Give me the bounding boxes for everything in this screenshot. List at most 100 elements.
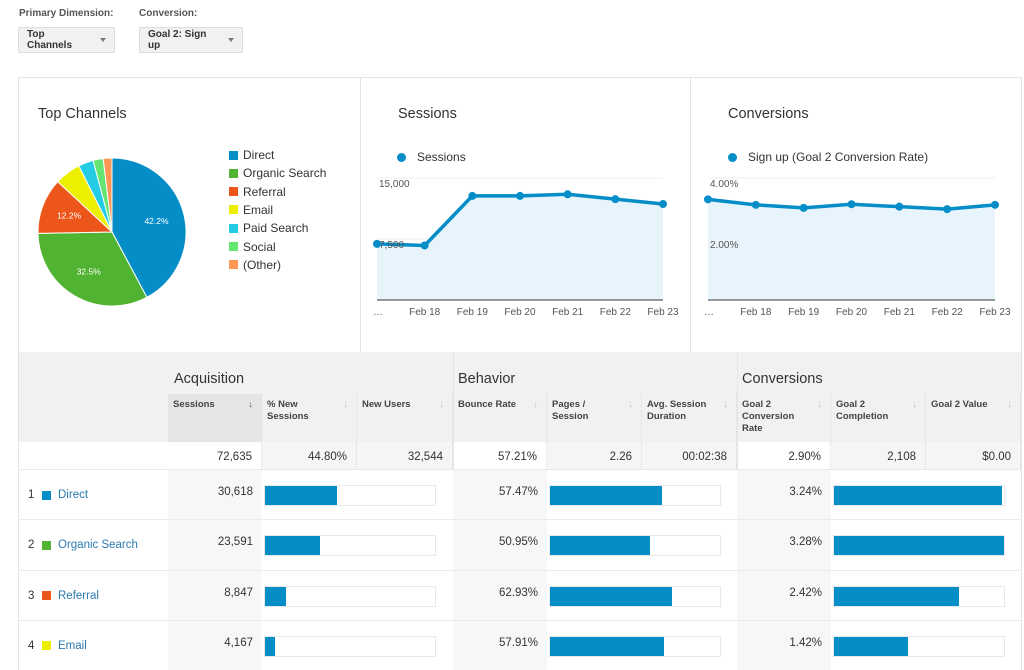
data-point[interactable] — [420, 241, 429, 250]
column-header[interactable]: Goal 2 Completion ↓ — [831, 394, 926, 442]
bar-track — [549, 635, 721, 657]
sort-arrow-icon[interactable]: ↓ — [1008, 398, 1013, 410]
table-row: 1 Direct 30,618 57.47% 3.24% — [19, 469, 1021, 520]
total-value: 72,635 — [168, 442, 262, 469]
conversion-rate-value: 1.42% — [737, 620, 831, 670]
completion-bar-cell — [831, 620, 1021, 670]
data-point[interactable] — [895, 202, 904, 211]
data-point[interactable] — [659, 200, 667, 209]
data-point[interactable] — [468, 191, 477, 200]
total-value: 57.21% — [453, 442, 547, 469]
new-sessions-bar-cell — [262, 520, 453, 571]
bar-fill — [834, 536, 1004, 556]
column-header[interactable]: Pages / Session ↓ — [547, 394, 642, 442]
x-tick-label: … — [704, 307, 714, 318]
table-row: 2 Organic Search 23,591 50.95% 3.28% — [19, 519, 1021, 571]
channel-color-icon — [42, 641, 51, 651]
data-point[interactable] — [847, 200, 856, 209]
sort-arrow-icon[interactable]: ↓ — [534, 398, 539, 410]
bar-track — [264, 585, 436, 607]
row-dimension: 4 Email — [19, 620, 168, 670]
sort-arrow-icon[interactable]: ↓ — [724, 398, 729, 410]
legend-item[interactable]: Social — [229, 240, 276, 254]
column-header[interactable]: Goal 2 Value ↓ — [926, 394, 1021, 442]
sessions-value: 23,591 — [168, 520, 262, 571]
data-point[interactable] — [611, 195, 620, 204]
legend-item[interactable]: Organic Search — [229, 166, 326, 180]
bar-fill — [265, 586, 286, 606]
column-header[interactable]: Sessions ↓ — [168, 394, 262, 442]
row-number: 4 — [28, 639, 35, 652]
sort-arrow-icon[interactable]: ↓ — [629, 398, 634, 410]
chevron-down-icon — [228, 38, 234, 42]
legend-item[interactable]: Paid Search — [229, 221, 308, 235]
legend-item[interactable]: Referral — [229, 185, 286, 199]
legend-label: Direct — [243, 148, 275, 162]
legend-item[interactable]: (Other) — [229, 258, 281, 272]
sessions-chart[interactable]: 15,000 7,500 … Feb 18 Feb 19 Feb 20 Feb 21 Feb … — [361, 78, 691, 352]
data-point[interactable] — [704, 195, 712, 204]
bounce-rate-value: 57.47% — [453, 470, 547, 520]
bar-fill — [834, 586, 960, 606]
pages-session-bar-cell — [547, 520, 737, 571]
sort-arrow-icon[interactable]: ↓ — [913, 398, 918, 410]
x-tick-label: Feb 20 — [504, 307, 536, 318]
primary-dimension-dropdown[interactable]: Top Channels — [18, 27, 115, 53]
bar-fill — [550, 536, 651, 556]
legend-item[interactable]: Direct — [229, 148, 274, 162]
legend-label: Social — [243, 239, 276, 254]
data-point[interactable] — [563, 190, 572, 199]
column-header[interactable]: % New Sessions ↓ — [262, 394, 357, 442]
bar-track — [549, 535, 721, 557]
chevron-down-icon — [100, 38, 106, 42]
legend-label: (Other) — [243, 257, 282, 272]
bar-fill — [834, 636, 908, 656]
row-dimension: 1 Direct — [19, 470, 168, 520]
pages-session-bar-cell — [547, 620, 737, 670]
channel-link[interactable]: Organic Search — [58, 539, 138, 551]
sort-arrow-icon[interactable]: ↓ — [818, 398, 823, 410]
group-behavior: Behavior — [458, 371, 516, 387]
sort-arrow-icon[interactable]: ↓ — [344, 398, 349, 410]
column-header[interactable]: Bounce Rate ↓ — [453, 394, 547, 442]
sort-arrow-icon[interactable]: ↓ — [249, 398, 254, 410]
column-header-label: Sessions — [173, 399, 215, 410]
conversion-rate-value: 3.24% — [737, 470, 831, 520]
legend-label: Organic Search — [243, 166, 327, 181]
row-dimension: 3 Referral — [19, 570, 168, 621]
sessions-panel: Sessions Sessions 15,000 7,500… Feb 18 Feb … — [361, 78, 691, 352]
data-point[interactable] — [991, 200, 999, 209]
sessions-value: 4,167 — [168, 620, 262, 670]
data-point[interactable] — [516, 191, 524, 200]
legend-item[interactable]: Email — [229, 203, 273, 217]
conversions-chart[interactable]: 4.00% 2.00% … Feb 18 Feb 19 Feb 20 Feb 21 Feb 2… — [691, 78, 1022, 352]
x-tick-label: Feb 19 — [788, 307, 820, 318]
channel-link[interactable]: Referral — [58, 590, 99, 602]
bounce-rate-value: 62.93% — [453, 570, 547, 621]
column-header[interactable]: New Users ↓ — [357, 394, 453, 442]
column-header[interactable]: Goal 2 Conversion Rate ↓ — [737, 394, 831, 442]
conversion-label: Conversion: — [139, 8, 198, 19]
bar-fill — [265, 486, 337, 505]
x-tick-label: Feb 19 — [457, 307, 489, 318]
total-value: 2.90% — [737, 442, 831, 469]
legend-swatch-icon — [229, 150, 238, 160]
column-header-label: Pages / Session — [552, 399, 589, 422]
legend-swatch-icon — [229, 187, 238, 197]
data-point[interactable] — [799, 203, 808, 212]
conversions-panel: Conversions Sign up (Goal 2 Conversion R… — [691, 78, 1022, 352]
sort-arrow-icon[interactable]: ↓ — [440, 398, 445, 410]
data-point[interactable] — [943, 205, 952, 214]
total-value: $0.00 — [926, 442, 1021, 469]
conversion-dropdown[interactable]: Goal 2: Sign up — [139, 27, 243, 53]
pie-chart[interactable]: 42.2% 32.5% 12.2% — [19, 78, 361, 352]
channel-link[interactable]: Email — [58, 640, 87, 652]
table-row: 3 Referral 8,847 62.93% 2.42% — [19, 569, 1021, 621]
column-header[interactable]: Avg. Session Duration ↓ — [642, 394, 737, 442]
column-header-label: Goal 2 Completion — [836, 399, 889, 422]
channel-link[interactable]: Direct — [58, 489, 88, 501]
totals-label-cell — [19, 442, 168, 469]
area-fill — [377, 194, 663, 300]
data-point[interactable] — [751, 200, 760, 209]
bar-fill — [834, 486, 1002, 505]
